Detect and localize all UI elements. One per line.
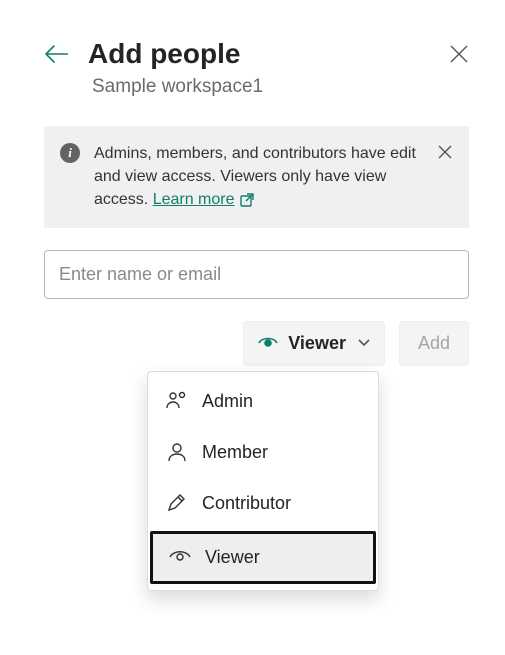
role-option-label: Admin: [202, 391, 253, 412]
name-email-input[interactable]: [44, 250, 469, 299]
learn-more-label: Learn more: [153, 188, 235, 211]
info-text: Admins, members, and contributors have e…: [94, 142, 423, 212]
chevron-down-icon: [358, 339, 370, 347]
role-option-label: Viewer: [205, 547, 260, 568]
info-close-icon[interactable]: [437, 144, 453, 160]
workspace-subtitle: Sample workspace1: [92, 76, 469, 98]
info-banner: i Admins, members, and contributors have…: [44, 126, 469, 228]
close-icon[interactable]: [449, 44, 469, 64]
role-option-label: Contributor: [202, 493, 291, 514]
back-arrow-icon[interactable]: [44, 44, 70, 64]
info-icon: i: [60, 143, 80, 163]
role-option-contributor[interactable]: Contributor: [148, 478, 378, 529]
role-option-viewer[interactable]: Viewer: [150, 531, 376, 584]
role-dropdown-menu: Admin Member Contributor: [147, 371, 379, 591]
viewer-eye-icon: [258, 335, 278, 351]
role-option-admin[interactable]: Admin: [148, 376, 378, 427]
role-dropdown-button[interactable]: Viewer: [243, 321, 385, 366]
admin-icon: [166, 391, 188, 411]
external-link-icon: [239, 192, 255, 208]
learn-more-link[interactable]: Learn more: [153, 188, 255, 211]
member-icon: [166, 442, 188, 462]
page-title: Add people: [88, 38, 431, 70]
role-option-label: Member: [202, 442, 268, 463]
add-button[interactable]: Add: [399, 321, 469, 366]
viewer-icon: [169, 549, 191, 565]
role-option-member[interactable]: Member: [148, 427, 378, 478]
role-selected-label: Viewer: [288, 333, 346, 354]
info-message: Admins, members, and contributors have e…: [94, 145, 416, 208]
contributor-icon: [166, 493, 188, 513]
